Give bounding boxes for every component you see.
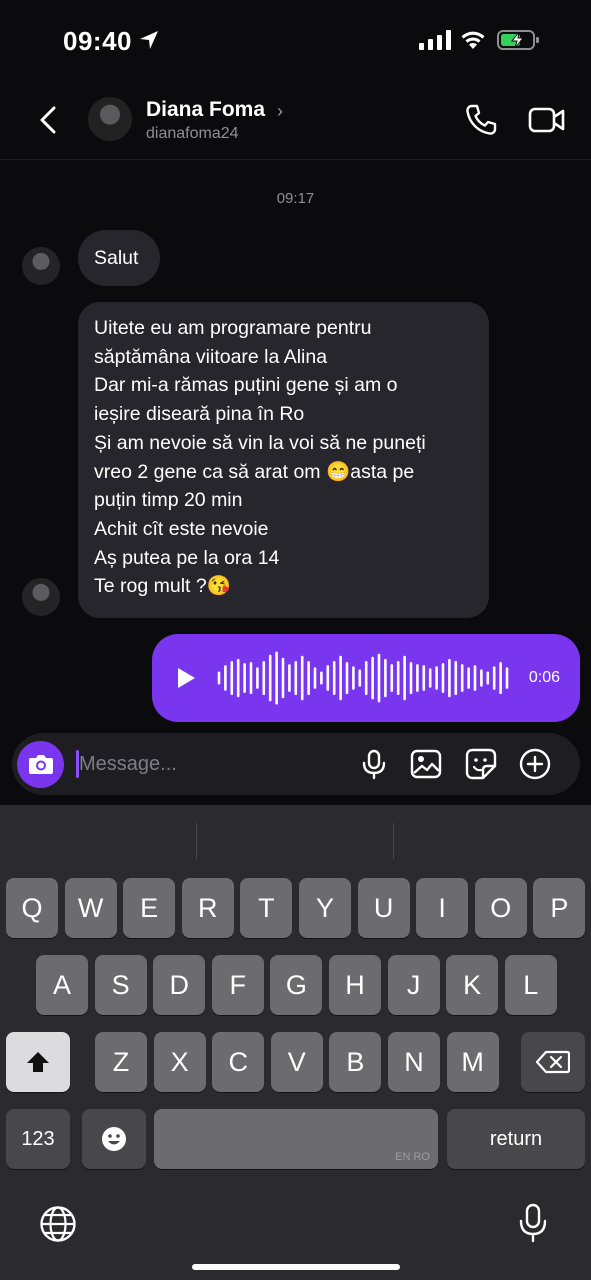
camera-icon	[29, 755, 53, 774]
keyboard-letter-key[interactable]: O	[474, 878, 527, 938]
message-line: ieșire diseară pina în Ro	[94, 403, 305, 426]
keyboard-letter-key[interactable]: U	[357, 878, 410, 938]
wifi-icon	[461, 31, 485, 49]
delete-key[interactable]	[521, 1032, 585, 1092]
message-line: săptămâna viitoare la Alina	[94, 345, 328, 368]
location-arrow-icon	[140, 31, 158, 49]
contact-avatar[interactable]	[88, 97, 132, 141]
status-bar: 09:40	[0, 0, 591, 80]
keyboard-letter-key[interactable]: J	[387, 955, 440, 1015]
suggestion-divider	[393, 823, 394, 859]
voice-duration: 0:06	[528, 669, 560, 686]
message-input[interactable]	[79, 750, 339, 778]
keyboard-letter-key[interactable]: H	[329, 955, 381, 1015]
keyboard-letter-key[interactable]: D	[153, 955, 206, 1015]
keyboard-language-label: EN RO	[395, 1151, 430, 1163]
keyboard-letter-key[interactable]: S	[94, 955, 147, 1015]
keyboard-letter-key[interactable]: R	[181, 878, 234, 938]
play-icon[interactable]	[176, 667, 196, 689]
keyboard-letter-key[interactable]: A	[36, 955, 88, 1015]
keyboard-letter-key[interactable]: W	[64, 878, 117, 938]
message-line: Te rog mult ?😘	[94, 575, 231, 598]
status-time: 09:40	[63, 26, 132, 56]
keyboard-letter-key[interactable]: M	[446, 1032, 499, 1092]
globe-icon[interactable]	[39, 1205, 77, 1243]
message-composer	[12, 733, 580, 795]
numbers-key[interactable]: 123	[6, 1109, 70, 1169]
audio-waveform[interactable]	[216, 648, 512, 708]
emoji-key[interactable]	[82, 1109, 146, 1169]
message-line: puțin timp 20 min	[94, 489, 243, 512]
sender-avatar[interactable]	[22, 247, 60, 285]
phone-call-icon[interactable]	[463, 102, 499, 138]
dictation-microphone-icon[interactable]	[518, 1203, 548, 1243]
suggestion-divider	[196, 823, 197, 859]
keyboard-letter-key[interactable]: E	[123, 878, 176, 938]
back-chevron-icon[interactable]	[34, 102, 64, 138]
keyboard-letter-key[interactable]: F	[211, 955, 264, 1015]
add-plus-icon[interactable]	[519, 748, 551, 780]
keyboard-letter-key[interactable]: C	[212, 1032, 265, 1092]
shift-arrow-icon	[27, 1052, 49, 1072]
sticker-icon[interactable]	[465, 748, 497, 780]
cellular-signal-icon	[419, 30, 451, 50]
keyboard-letter-key[interactable]: X	[153, 1032, 206, 1092]
keyboard-letter-key[interactable]: V	[270, 1032, 323, 1092]
home-indicator	[192, 1264, 400, 1270]
microphone-icon[interactable]	[358, 748, 390, 780]
emoji-face-icon	[102, 1127, 126, 1151]
chevron-right-icon[interactable]: ›	[277, 101, 283, 122]
keyboard-letter-key[interactable]: L	[504, 955, 557, 1015]
chat-header: Diana Foma › dianafoma24	[0, 80, 591, 160]
keyboard-letter-key[interactable]: N	[388, 1032, 440, 1092]
space-key[interactable]: EN RO	[154, 1109, 438, 1169]
message-line: Uitete eu am programare pentru	[94, 317, 372, 339]
message-line: vreo 2 gene ca să arat om 😁asta pe	[94, 460, 415, 483]
gallery-image-icon[interactable]	[410, 748, 442, 780]
keyboard: 123 EN RO return QWERTYUIOP ASDFGHJKL ZXCV…	[0, 805, 591, 1280]
camera-button[interactable]	[17, 741, 64, 788]
keyboard-letter-key[interactable]: B	[329, 1032, 382, 1092]
contact-username: dianafoma24	[146, 125, 239, 142]
keyboard-letter-key[interactable]: T	[240, 878, 293, 938]
message-line: Și am nevoie să vin la voi să ne puneți	[94, 431, 426, 454]
voice-message-bubble[interactable]: 0:06	[152, 634, 580, 722]
shift-key[interactable]	[6, 1032, 70, 1092]
message-line: Achit cît este nevoie	[94, 517, 269, 540]
keyboard-letter-key[interactable]: Q	[6, 878, 58, 938]
keyboard-letter-key[interactable]: G	[270, 955, 323, 1015]
keyboard-letter-key[interactable]: I	[416, 878, 469, 938]
battery-charging-icon	[497, 30, 539, 50]
backspace-icon	[536, 1050, 570, 1074]
contact-name[interactable]: Diana Foma	[146, 98, 265, 122]
message-timestamp: 09:17	[276, 190, 315, 207]
message-line: Salut	[94, 247, 139, 269]
keyboard-letter-key[interactable]: K	[446, 955, 499, 1015]
message-line: Dar mi-a rămas puțini gene și am o	[94, 374, 398, 397]
keyboard-letter-key[interactable]: Z	[95, 1032, 147, 1092]
message-bubble-incoming[interactable]: Salut	[78, 230, 160, 286]
message-line: Aș putea pe la ora 14	[94, 546, 280, 569]
keyboard-letter-key[interactable]: P	[533, 878, 586, 938]
sender-avatar[interactable]	[22, 578, 60, 616]
return-key[interactable]: return	[447, 1109, 585, 1169]
message-bubble-incoming[interactable]: Uitete eu am programare pentru săptămâna…	[78, 302, 489, 618]
video-call-icon[interactable]	[527, 102, 567, 138]
message-thread: 09:17 Salut Uitete eu am programare pent…	[0, 160, 591, 732]
keyboard-letter-key[interactable]: Y	[299, 878, 351, 938]
